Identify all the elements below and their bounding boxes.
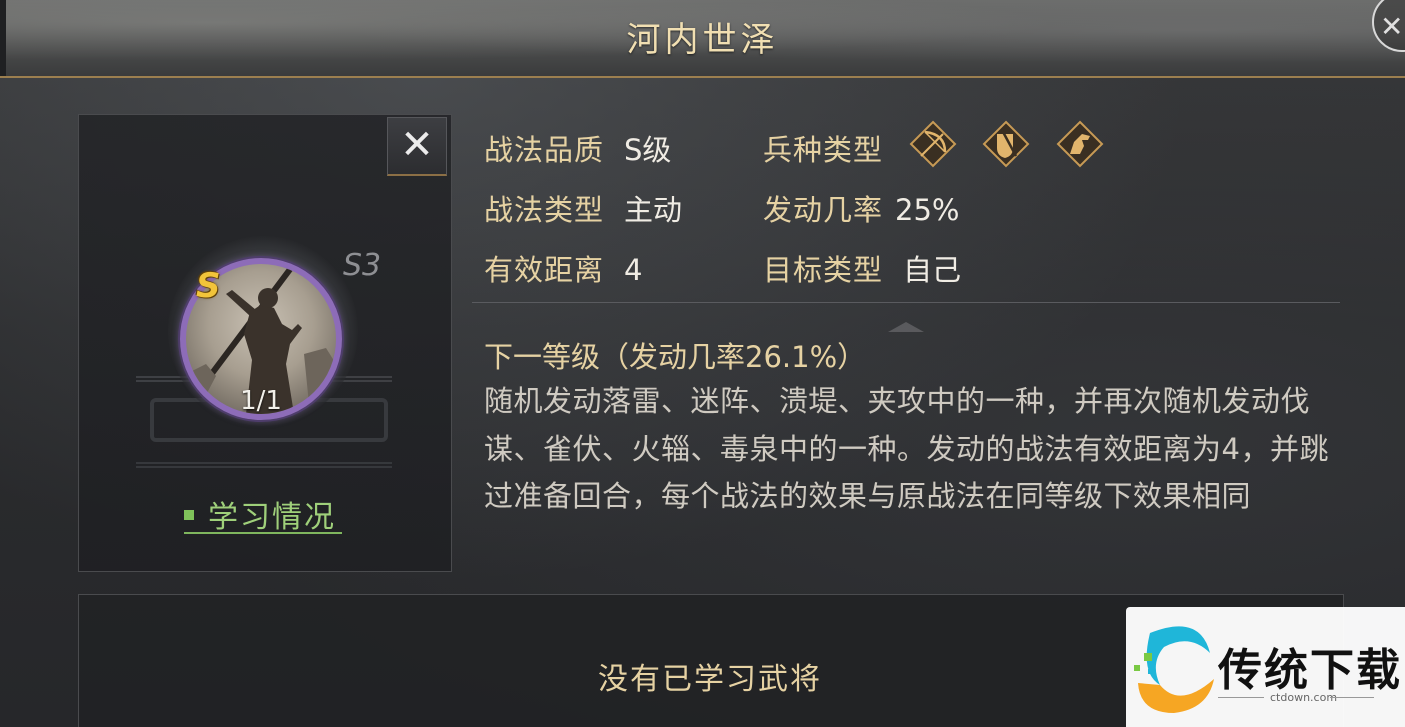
shield-icon [982,120,1030,168]
page-title: 河内世泽 [626,20,779,60]
watermark-divider [1330,697,1374,698]
stat-type: 战法类型 主动 [484,187,682,229]
learn-status-underline [184,532,342,534]
stat-value: 25% [895,193,960,227]
learn-count: 1/1 [240,386,282,416]
watermark-divider [1218,697,1264,698]
stat-range: 有效距离 4 [484,247,642,289]
learn-status-tab[interactable]: 学习情况 [184,492,336,536]
season-label: S3 [343,248,382,283]
learn-status-label: 学习情况 [208,500,336,535]
grade-badge: S [196,266,221,306]
close-icon: ✕ [400,122,434,168]
expand-caret-icon [888,322,924,332]
stat-label: 战法类型 [484,193,605,227]
watermark-logo-icon [1134,626,1214,713]
stats-divider [472,302,1340,303]
stat-troop: 兵种类型 [763,127,883,169]
stat-value: 自己 [903,253,962,287]
skill-detail-screen: 河内世泽 ✕ ✕ S 1/1 S3 学习情况 战法品质 S级 战法类型 主动 有效距… [0,0,1405,727]
stat-label: 有效距离 [484,253,605,287]
stat-label: 战法品质 [484,133,605,167]
skill-description: 随机发动落雷、迷阵、溃堤、夹攻中的一种，并再次随机发动伐谋、雀伏、火辎、毒泉中的… [484,384,1329,513]
next-level-heading: 下一等级（发动几率26.1%） [484,340,867,374]
close-icon: ✕ [1380,10,1404,43]
stat-quality: 战法品质 S级 [484,127,671,169]
stat-label: 目标类型 [763,253,884,287]
stat-value: 主动 [624,193,683,227]
stat-label: 兵种类型 [763,133,884,167]
close-button[interactable]: ✕ [387,117,447,176]
header-bar: 河内世泽 [0,0,1405,78]
stat-value: S级 [624,133,672,167]
stat-label: 发动几率 [763,193,884,227]
stat-target: 目标类型 自己 [763,247,961,289]
watermark-brand: 传统下载 [1218,645,1402,696]
status-dot-icon [184,509,194,520]
stat-rate: 发动几率 25% [763,187,959,229]
cavalry-icon [1056,120,1104,168]
watermark-url: ctdown.com [1270,691,1338,704]
stat-value: 4 [624,253,643,287]
archer-icon [909,120,957,168]
